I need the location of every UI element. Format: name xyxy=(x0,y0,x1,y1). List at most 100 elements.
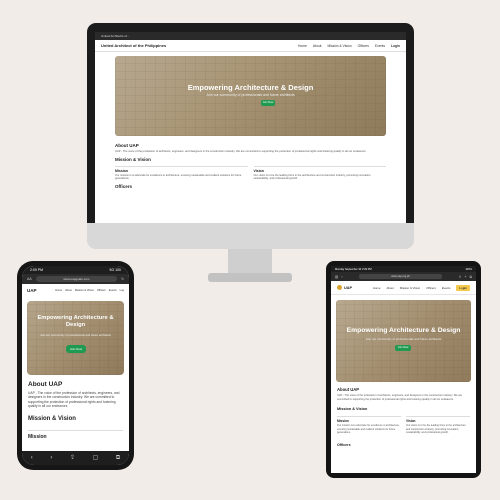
phone-nav-about[interactable]: About xyxy=(65,289,72,292)
desktop-nav-links: Home About Mission & Vision Officers Eve… xyxy=(298,44,400,48)
tabs-icon[interactable]: ⧉ xyxy=(470,275,473,279)
blueprint-background-image xyxy=(27,301,124,375)
desktop-nav-home[interactable]: Home xyxy=(298,44,307,48)
desktop-content: About UAP UAP - The voice of the profess… xyxy=(95,136,406,193)
desktop-hero-subtitle: Join our community of professionals and … xyxy=(206,93,295,97)
phone-nav-links: Home About Mission & Vision Officers Eve… xyxy=(55,289,124,292)
phone-nav-login[interactable]: Log xyxy=(120,289,124,292)
phone-brand[interactable]: UAP xyxy=(27,288,37,293)
blueprint-background-image xyxy=(336,300,471,382)
desktop-browser-bar: United Architects of... xyxy=(95,32,406,40)
phone-nav-events[interactable]: Events xyxy=(109,289,117,292)
phone-hero-banner: Empowering Architecture & Design Join ou… xyxy=(27,301,124,375)
tablet-nav-login[interactable]: Login xyxy=(456,284,470,291)
tablet-device: Monday September 30 2:09 PM 100% ▥ ‹ www… xyxy=(326,261,481,478)
tablet-content: About UAP UAP - The voice of the profess… xyxy=(331,382,476,447)
desktop-browser-tab[interactable]: United Architects of... xyxy=(101,34,129,38)
tablet-vision-card: Vision Our vision is to be the leading f… xyxy=(406,416,470,435)
new-tab-icon[interactable]: + xyxy=(464,275,466,279)
tablet-vision-title: Vision xyxy=(406,419,416,424)
phone-nav-officers[interactable]: Officers xyxy=(97,289,106,292)
desktop-vision-text: Our vision is to be the leading force in… xyxy=(253,173,372,181)
share-icon[interactable]: ⇪ xyxy=(70,455,75,461)
tablet-hero-title: Empowering Architecture & Design xyxy=(346,327,461,334)
share-icon[interactable]: ⇪ xyxy=(459,275,462,279)
desktop-mission-card: Mission Our mission is to advocate for e… xyxy=(115,165,248,181)
forward-icon[interactable]: › xyxy=(50,455,52,461)
desktop-about-title: About UAP xyxy=(115,143,139,148)
desktop-navbar: United Architect of the Philippines Home… xyxy=(95,40,406,52)
desktop-brand[interactable]: United Architect of the Philippines xyxy=(101,43,166,48)
desktop-vision-card: Vision Our vision is to be the leading f… xyxy=(253,165,386,181)
tablet-vision-text: Our vision is to be the leading force in… xyxy=(406,424,466,435)
tablet-mission-card: Mission Our mission is to advocate for e… xyxy=(337,416,401,435)
tabs-icon[interactable]: ⧉ xyxy=(116,455,120,461)
tablet-battery: 100% xyxy=(465,267,472,271)
phone-browser-toolbar: ‹ › ⇪ ▢ ⧉ xyxy=(22,451,129,465)
desktop-about-text: UAP - The voice of the profession of arc… xyxy=(115,150,367,153)
tablet-hero-subtitle: Join our community of professionals and … xyxy=(365,337,442,341)
tablet-brand[interactable]: UAP xyxy=(337,285,352,290)
phone-nav-home[interactable]: Home xyxy=(55,289,62,292)
tablet-about-title: About UAP xyxy=(337,387,360,392)
text-size-icon[interactable]: AA xyxy=(27,277,32,281)
desktop-nav-mission-vision[interactable]: Mission & Vision xyxy=(327,44,351,48)
phone-join-now-button[interactable]: Join Now xyxy=(66,345,86,353)
phone-hero-title: Empowering Architecture & Design xyxy=(37,315,114,329)
desktop-mv-cards: Mission Our mission is to advocate for e… xyxy=(115,165,386,181)
phone-about-title: About UAP xyxy=(28,381,63,388)
tablet-nav-links: Home About Mission & Vision Officers Eve… xyxy=(373,284,470,291)
desktop-monitor: United Architects of... United Architect… xyxy=(87,23,414,249)
desktop-nav-events[interactable]: Events xyxy=(375,44,385,48)
tablet-address-field[interactable]: www.uap.org.ph xyxy=(359,274,442,279)
monitor-stand-neck xyxy=(228,249,272,275)
tablet-nav-officers[interactable]: Officers xyxy=(426,286,436,290)
tablet-nav-events[interactable]: Events xyxy=(442,286,451,290)
phone-address-field[interactable]: www.uapguide.com xyxy=(35,276,118,282)
tablet-navbar: UAP Home About Mission & Vision Officers… xyxy=(331,281,476,295)
monitor-stand-base xyxy=(208,273,292,282)
phone-screen: 2:09 PM 5G 100 AA www.uapguide.com ↻ UAP… xyxy=(22,266,129,465)
phone-about-text: UAP - The voice of the profession of arc… xyxy=(28,391,120,409)
desktop-nav-officers[interactable]: Officers xyxy=(358,44,369,48)
tablet-officers-title: Officers xyxy=(337,442,351,447)
tablet-mv-cards: Mission Our mission is to advocate for e… xyxy=(337,416,470,435)
desktop-vision-title: Vision xyxy=(253,168,264,173)
tablet-about-text: UAP - The voice of the profession of arc… xyxy=(337,394,463,401)
tablet-mission-title: Mission xyxy=(337,419,349,424)
phone-signal-battery: 5G 100 xyxy=(109,268,121,272)
phone-time: 2:09 PM xyxy=(30,268,44,272)
tablet-nav-about[interactable]: About xyxy=(386,286,393,290)
tablet-hero-banner: Empowering Architecture & Design Join ou… xyxy=(336,300,471,382)
tablet-screen: Monday September 30 2:09 PM 100% ▥ ‹ www… xyxy=(331,266,476,473)
tablet-mv-title: Mission & Vision xyxy=(337,407,368,412)
desktop-nav-about[interactable]: About xyxy=(313,44,322,48)
tablet-nav-mission-vision[interactable]: Mission & Vision xyxy=(400,286,420,290)
tablet-url-bar: ▥ ‹ www.uap.org.ph ⇪ + ⧉ xyxy=(331,272,476,281)
desktop-screen: United Architects of... United Architect… xyxy=(95,32,406,223)
tablet-datetime: Monday September 30 2:09 PM xyxy=(335,267,372,271)
tablet-mission-text: Our mission is to advocate for excellenc… xyxy=(337,424,400,435)
phone-device: 2:09 PM 5G 100 AA www.uapguide.com ↻ UAP… xyxy=(17,261,134,470)
monitor-chin xyxy=(87,223,414,249)
desktop-mission-text: Our mission is to advocate for excellenc… xyxy=(115,173,242,181)
phone-hero-subtitle: Join our community of professionals and … xyxy=(40,333,111,337)
desktop-officers-title: Officers xyxy=(115,184,133,190)
back-icon[interactable]: ‹ xyxy=(341,275,342,279)
bookmarks-icon[interactable]: ▢ xyxy=(93,455,99,461)
desktop-hero-banner: Empowering Architecture & Design Join ou… xyxy=(115,56,386,136)
phone-status-bar: 2:09 PM 5G 100 xyxy=(22,266,129,274)
desktop-hero-title: Empowering Architecture & Design xyxy=(187,83,314,92)
desktop-nav-login[interactable]: Login xyxy=(391,44,400,48)
sidebar-icon[interactable]: ▥ xyxy=(335,275,338,279)
uap-logo-icon xyxy=(337,285,342,290)
back-icon[interactable]: ‹ xyxy=(31,455,33,461)
desktop-mv-title: Mission & Vision xyxy=(115,156,151,162)
desktop-join-now-button[interactable]: Join Now xyxy=(261,100,275,106)
tablet-nav-home[interactable]: Home xyxy=(373,286,380,290)
reload-icon[interactable]: ↻ xyxy=(121,277,124,281)
phone-nav-mission-vision[interactable]: Mission & Vision xyxy=(75,289,94,292)
tablet-join-now-button[interactable]: Join Now xyxy=(395,345,411,351)
desktop-mission-title: Mission xyxy=(115,168,129,173)
phone-mv-title: Mission & Vision xyxy=(28,415,76,422)
